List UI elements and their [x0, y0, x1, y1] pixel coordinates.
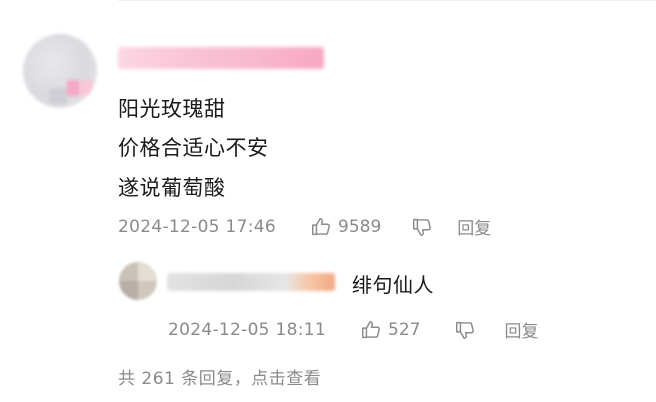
thumbs-up-icon[interactable] — [310, 216, 332, 238]
comment-reply-button[interactable]: 回复 — [457, 214, 491, 239]
replier-avatar[interactable] — [119, 262, 157, 300]
comment-timestamp: 2024-12-05 17:46 — [118, 216, 276, 237]
thumbs-down-icon[interactable] — [411, 216, 433, 238]
view-more-replies-link[interactable]: 共 261 条回复，点击查看 — [118, 364, 321, 389]
thumbs-down-icon[interactable] — [454, 319, 476, 341]
comment-meta: 2024-12-05 17:46 9589 回复 — [118, 214, 491, 240]
comment-line-2: 价格合适心不安 — [118, 136, 269, 160]
reply-meta: 2024-12-05 18:11 527 回复 — [168, 317, 538, 343]
comment-line-3: 遂说葡萄酸 — [118, 176, 226, 200]
comment-like-count: 9589 — [338, 216, 382, 237]
reply-reply-button[interactable]: 回复 — [504, 317, 538, 342]
replier-name-redacted[interactable] — [167, 273, 335, 291]
reply-like-count: 527 — [388, 319, 421, 340]
commenter-name-redacted[interactable] — [118, 47, 324, 69]
thumbs-up-icon[interactable] — [360, 319, 382, 341]
commenter-avatar[interactable] — [23, 34, 97, 108]
reply-timestamp: 2024-12-05 18:11 — [168, 319, 326, 340]
top-divider — [118, 0, 656, 1]
comment-line-1: 阳光玫瑰甜 — [118, 97, 226, 121]
reply-text: 绯句仙人 — [352, 273, 434, 297]
